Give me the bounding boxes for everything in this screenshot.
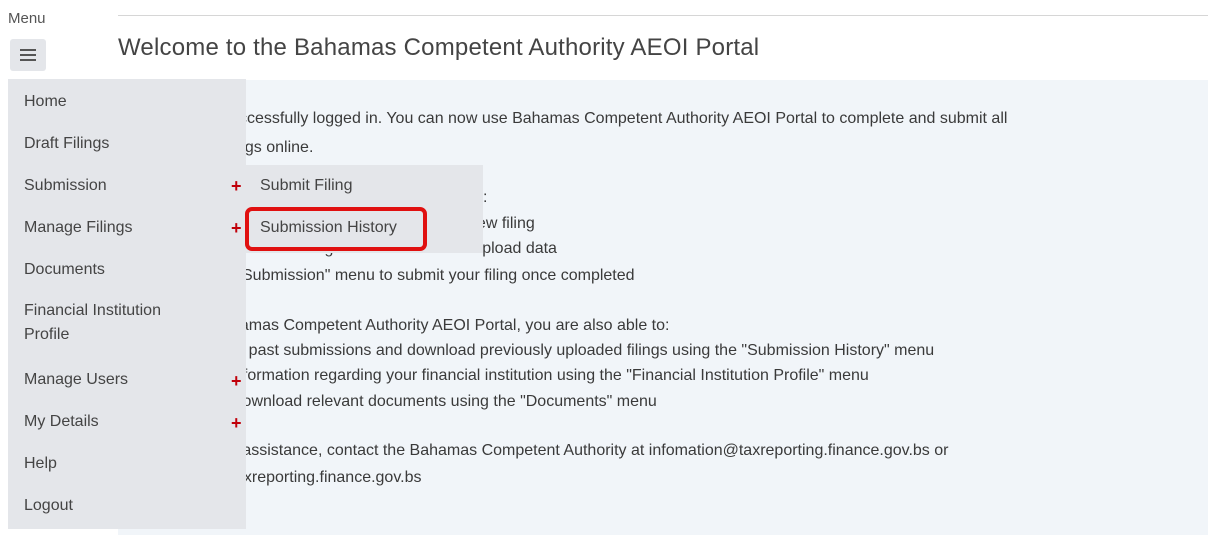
header-divider [118,15,1208,16]
content-line: : [483,189,488,206]
sidebar-item-my-details[interactable]: My Details [24,413,99,431]
content-line: ur past submissions and download previou… [230,342,935,359]
menu-label: Menu [8,10,46,27]
content-line: Submission" menu to submit your filing o… [242,267,635,284]
sidebar-item-label-line2: Profile [24,326,70,343]
sidebar-item-manage-filings[interactable]: Manage Filings [24,219,133,237]
sidebar-item-logout[interactable]: Logout [24,497,73,515]
hamburger-icon-bar-2 [20,54,36,56]
plus-icon[interactable]: + [231,177,242,195]
page-title: Welcome to the Bahamas Competent Authori… [118,34,760,61]
content-line: lownload relevant documents using the "D… [239,393,657,410]
sidebar-item-manage-users[interactable]: Manage Users [24,371,128,389]
hamburger-menu-button[interactable] [10,39,46,71]
welcome-text: ccessfully logged in. You can now use Ba… [118,80,1208,535]
plus-icon[interactable]: + [231,414,242,432]
sidebar-item-draft-filings[interactable]: Draft Filings [24,135,109,153]
plus-icon[interactable]: + [231,372,242,390]
content-line: nformation regarding your financial inst… [234,367,869,384]
sidebar-menu: Home Draft Filings Submission Manage Fil… [8,79,246,529]
submission-submenu: Submit Filing Submission History [243,165,483,253]
submenu-item-submit-filing[interactable]: Submit Filing [260,177,352,195]
hamburger-icon-bar-1 [20,49,36,51]
content-line: ngs online. [236,139,314,156]
content-line: e assistance, contact the Bahamas Compet… [229,442,949,459]
sidebar-item-submission[interactable]: Submission [24,177,107,195]
content-line: axreporting.finance.gov.bs [235,469,422,486]
sidebar-item-home[interactable]: Home [24,93,67,111]
submenu-item-submission-history[interactable]: Submission History [260,219,397,237]
sidebar-item-label-line1: Financial Institution [24,302,161,319]
sidebar-item-documents[interactable]: Documents [24,261,105,279]
sidebar-item-help[interactable]: Help [24,455,57,473]
content-line: ccessfully logged in. You can now use Ba… [239,110,1008,127]
hamburger-icon-bar-3 [20,59,36,61]
content-line: hamas Competent Authority AEOI Portal, y… [231,317,670,334]
plus-icon[interactable]: + [231,219,242,237]
sidebar-item-financial-institution-profile[interactable]: Financial Institution Profile [24,299,161,347]
